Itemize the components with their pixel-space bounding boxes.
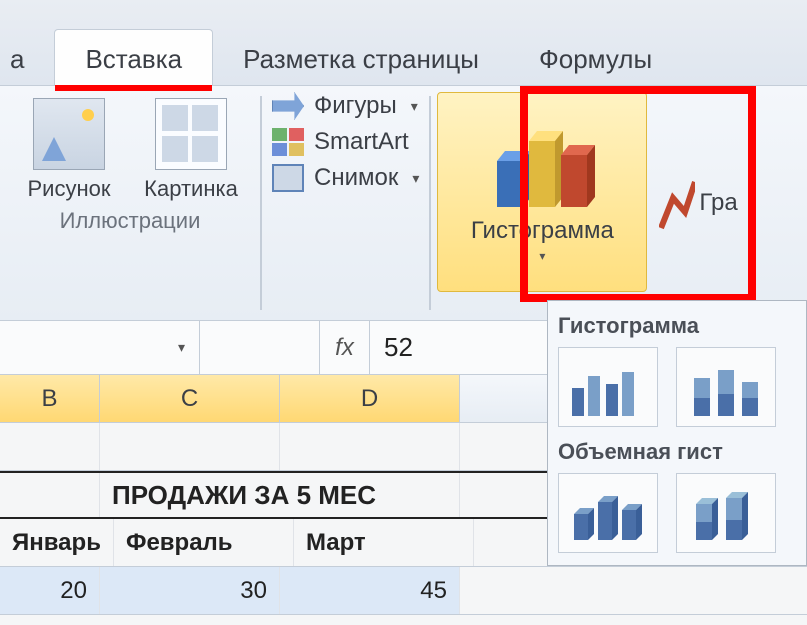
cell[interactable] [0, 473, 100, 517]
gallery-heading-2d: Гистограмма [558, 313, 796, 339]
sheet-title-cell[interactable]: ПРОДАЖИ ЗА 5 МЕС [100, 473, 460, 517]
col-header-c[interactable]: C [100, 375, 280, 422]
chevron-down-icon: ▾ [539, 249, 545, 263]
chart-type-3d-stacked-column[interactable] [676, 473, 776, 553]
gallery-heading-3d: Объемная гист [558, 439, 796, 465]
chevron-down-icon: ▾ [411, 98, 418, 115]
col-header-d[interactable]: D [280, 375, 460, 422]
shapes-menu[interactable]: Фигуры ▾ [272, 92, 419, 120]
shapes-column: Фигуры ▾ SmartArt Снимок ▾ [262, 86, 429, 320]
chart-type-clustered-column[interactable] [558, 347, 658, 427]
histogram-icon [487, 121, 597, 211]
ribbon-body: Рисунок Картинка Иллюстрации Фигуры ▾ Sm… [0, 86, 807, 321]
screenshot-label: Снимок [314, 164, 398, 192]
fx-icon[interactable]: fx [320, 321, 370, 374]
chart-type-3d-clustered-column[interactable] [558, 473, 658, 553]
cell[interactable] [100, 423, 280, 470]
smartart-icon [272, 128, 304, 156]
clipart-icon [155, 98, 227, 170]
cell-february[interactable]: 30 [100, 567, 280, 614]
header-march[interactable]: Март [294, 519, 474, 566]
header-january[interactable]: Январь [0, 519, 114, 566]
chevron-down-icon: ▾ [412, 170, 419, 187]
screenshot-icon [272, 164, 304, 192]
shapes-icon [272, 92, 304, 120]
insert-clipart-button[interactable]: Картинка [136, 92, 246, 202]
smartart-label: SmartArt [314, 128, 409, 156]
formula-bar-buttons [200, 321, 320, 374]
tab-home-partial[interactable]: а [0, 30, 54, 85]
group-illustrations-label: Иллюстрации [60, 208, 201, 234]
tab-page-layout[interactable]: Разметка страницы [213, 30, 509, 85]
clustered-column-icon [568, 358, 648, 418]
cell[interactable] [280, 423, 460, 470]
col-header-b[interactable]: B [0, 375, 100, 422]
histogram-button[interactable]: Гистограмма ▾ [437, 92, 647, 292]
screenshot-menu[interactable]: Снимок ▾ [272, 164, 419, 192]
tab-formulas[interactable]: Формулы [509, 30, 682, 85]
stacked-column-3d-icon [686, 484, 766, 544]
ribbon-tab-strip: а Вставка Разметка страницы Формулы [0, 0, 807, 86]
cell-march[interactable]: 45 [280, 567, 460, 614]
shapes-label: Фигуры [314, 92, 397, 120]
next-chart-label: Гра [699, 189, 737, 217]
insert-clipart-label: Картинка [144, 176, 238, 202]
insert-picture-button[interactable]: Рисунок [14, 92, 124, 202]
cell-january[interactable]: 20 [0, 567, 100, 614]
line-chart-icon [659, 168, 695, 238]
tab-insert[interactable]: Вставка [54, 29, 213, 85]
header-february[interactable]: Февраль [114, 519, 294, 566]
cell[interactable] [0, 423, 100, 470]
table-row: 20 30 45 [0, 567, 807, 615]
smartart-menu[interactable]: SmartArt [272, 128, 419, 156]
picture-icon [33, 98, 105, 170]
chart-type-stacked-column[interactable] [676, 347, 776, 427]
group-illustrations: Рисунок Картинка Иллюстрации [0, 86, 260, 320]
clustered-column-3d-icon [568, 484, 648, 544]
histogram-gallery-panel: Гистограмма Объемная гист [547, 300, 807, 566]
insert-picture-label: Рисунок [28, 176, 111, 202]
histogram-label: Гистограмма [471, 217, 614, 245]
name-box[interactable]: ▾ [0, 321, 200, 374]
chevron-down-icon: ▾ [178, 339, 185, 356]
formula-input[interactable]: 52 [370, 332, 413, 363]
next-chart-partial[interactable]: Гра [653, 86, 737, 320]
stacked-column-icon [686, 358, 766, 418]
